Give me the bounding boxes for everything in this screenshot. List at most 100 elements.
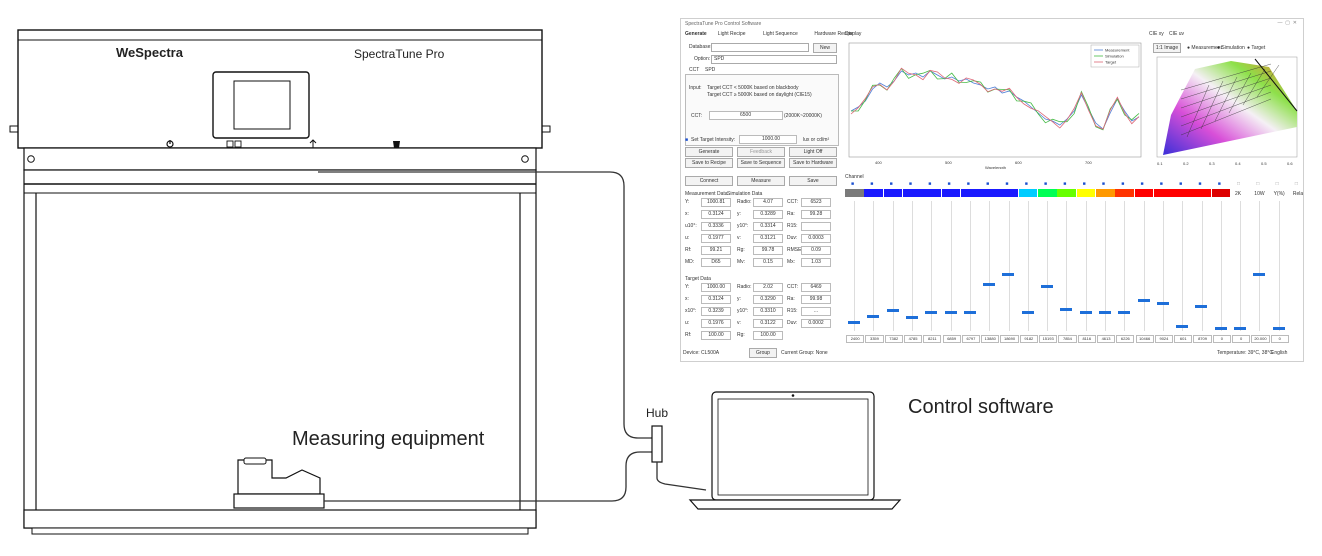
slider-handle[interactable] — [1002, 273, 1015, 276]
subtab-cct[interactable]: CCT — [689, 67, 699, 73]
slider-handle[interactable] — [1176, 324, 1189, 328]
channel-checkbox[interactable]: ■ — [928, 181, 931, 187]
channel-checkbox[interactable]: ■ — [1063, 181, 1066, 187]
channel-value[interactable]: 7382 — [884, 335, 903, 343]
slider-track[interactable] — [1259, 201, 1261, 331]
channel-value[interactable]: 4613 — [1096, 335, 1116, 343]
action-button-0[interactable]: Generate — [685, 147, 733, 157]
channel-checkbox[interactable]: ■ — [986, 181, 989, 187]
channel-value[interactable]: 6859 — [942, 335, 961, 343]
slider-handle[interactable] — [1234, 327, 1246, 330]
channel-value[interactable]: 9024 — [1154, 335, 1174, 343]
channel-value[interactable]: 18690 — [1000, 335, 1019, 343]
channel-value[interactable]: 0 — [1212, 335, 1231, 343]
slider-handle[interactable] — [1079, 311, 1092, 315]
channel-value[interactable]: 8211 — [923, 335, 942, 343]
slider-handle[interactable] — [983, 282, 996, 286]
channel-value[interactable]: 3359 — [865, 335, 884, 343]
channel-checkbox[interactable]: ■ — [1179, 181, 1182, 187]
channel-value[interactable]: 9182 — [1019, 335, 1038, 343]
channel-checkbox[interactable]: ■ — [909, 181, 912, 187]
slider-handle[interactable] — [1137, 299, 1150, 303]
slider-handle[interactable] — [1118, 311, 1131, 315]
group-button[interactable]: Group — [749, 348, 777, 358]
action-button-4[interactable]: Save to Sequence — [737, 158, 785, 168]
channel-checkbox[interactable]: ■ — [1160, 181, 1163, 187]
channel-checkbox[interactable]: □ — [1276, 181, 1279, 187]
slider-handle[interactable] — [886, 309, 899, 312]
slider-handle[interactable] — [867, 315, 880, 318]
action-button-2[interactable]: Light Off — [789, 147, 837, 157]
slider-handle[interactable] — [1098, 311, 1111, 315]
action-button-8[interactable]: Save — [789, 176, 837, 186]
action-button-3[interactable]: Save to Recipe — [685, 158, 733, 168]
slider-track[interactable] — [854, 201, 856, 331]
channel-checkbox[interactable]: ■ — [1044, 181, 1047, 187]
slider-handle[interactable] — [1214, 327, 1227, 330]
slider-track[interactable] — [1047, 201, 1049, 331]
channel-value[interactable]: 7854 — [1058, 335, 1077, 343]
channel-value[interactable]: 4785 — [903, 335, 923, 343]
channel-checkbox[interactable]: ■ — [1083, 181, 1086, 187]
slider-handle[interactable] — [1021, 311, 1034, 315]
slider-handle[interactable] — [905, 316, 918, 320]
slider-track[interactable] — [1220, 201, 1222, 331]
channel-checkbox[interactable]: ■ — [948, 181, 951, 187]
channel-checkbox[interactable]: ■ — [1121, 181, 1124, 187]
slider-handle[interactable] — [963, 311, 976, 315]
slider-track[interactable] — [1240, 201, 1242, 331]
slider-handle[interactable] — [1195, 305, 1208, 309]
channel-checkbox[interactable]: ■ — [890, 181, 893, 187]
channel-checkbox[interactable]: □ — [1295, 181, 1298, 187]
slider-track[interactable] — [873, 201, 875, 331]
channel-value[interactable]: 601 — [1174, 335, 1193, 343]
option-select[interactable]: SPD — [711, 55, 837, 64]
slider-handle[interactable] — [1156, 301, 1169, 305]
cie-tab-xy[interactable]: CIE xy — [1149, 31, 1164, 37]
cct-input[interactable]: 6500 — [709, 111, 783, 120]
slider-track[interactable] — [989, 201, 991, 331]
channel-checkbox[interactable]: ■ — [1025, 181, 1028, 187]
intensity-input[interactable]: 1000.00 — [739, 135, 797, 144]
channel-checkbox[interactable]: ■ — [967, 181, 970, 187]
ratio-button[interactable]: 1:1 Image — [1153, 43, 1181, 53]
channel-checkbox[interactable]: ■ — [1141, 181, 1144, 187]
channel-value[interactable]: 2400 — [846, 335, 865, 343]
slider-track[interactable] — [1278, 201, 1280, 331]
intensity-checkbox[interactable]: ■ — [685, 137, 688, 143]
action-button-7[interactable]: Measure — [737, 176, 785, 186]
cie-tab-uv[interactable]: CIE uv — [1169, 31, 1184, 37]
slider-handle[interactable] — [944, 311, 957, 315]
channel-value[interactable]: 6226 — [1116, 335, 1135, 343]
channel-value[interactable]: 8709 — [1193, 335, 1212, 343]
channel-checkbox[interactable]: ■ — [1218, 181, 1221, 187]
channel-checkbox[interactable]: ■ — [1005, 181, 1008, 187]
action-button-5[interactable]: Save to Hardware — [789, 158, 837, 168]
slider-handle[interactable] — [1060, 307, 1073, 311]
channel-value[interactable]: 0 — [1270, 335, 1289, 343]
slider-handle[interactable] — [1272, 327, 1285, 330]
tab-0[interactable]: Generate — [685, 31, 707, 37]
measurement-tab[interactable]: Measurement Data — [685, 191, 728, 197]
slider-handle[interactable] — [848, 321, 860, 324]
simulation-tab[interactable]: Simulation Data — [727, 191, 762, 197]
database-select[interactable] — [711, 43, 809, 52]
subtab-spd[interactable]: SPD — [705, 67, 715, 73]
channel-checkbox[interactable]: ■ — [1102, 181, 1105, 187]
channel-value[interactable]: 8116 — [1077, 335, 1096, 343]
channel-value[interactable]: 6797 — [961, 335, 981, 343]
slider-track[interactable] — [1066, 201, 1068, 331]
slider-track[interactable] — [1008, 201, 1010, 331]
slider-handle[interactable] — [1253, 273, 1266, 276]
channel-value[interactable]: 0 — [1232, 335, 1251, 343]
tab-1[interactable]: Light Recipe — [718, 31, 746, 37]
tab-2[interactable]: Light Sequence — [763, 31, 798, 37]
channel-checkbox[interactable]: □ — [1256, 181, 1259, 187]
action-button-6[interactable]: Connect — [685, 176, 733, 186]
slider-handle[interactable] — [925, 311, 938, 315]
window-controls[interactable]: — ▢ ✕ — [1278, 20, 1297, 26]
channel-checkbox[interactable]: ■ — [851, 181, 854, 187]
channel-checkbox[interactable]: ■ — [1198, 181, 1201, 187]
channel-checkbox[interactable]: ■ — [870, 181, 873, 187]
channel-value[interactable]: 20.000 — [1251, 335, 1270, 343]
